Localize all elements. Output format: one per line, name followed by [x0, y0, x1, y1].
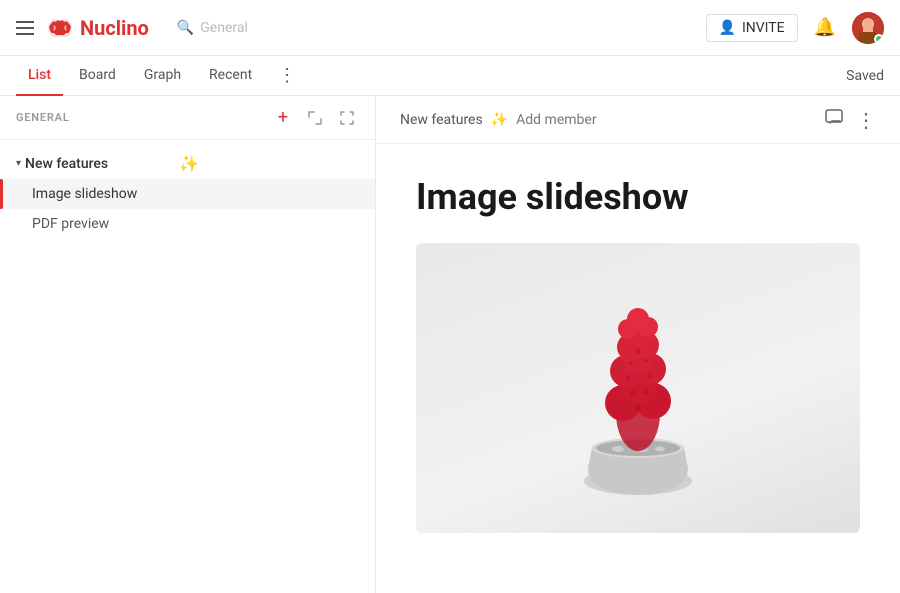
saved-label: Saved	[846, 68, 884, 84]
navbar: Nuclino 🔍 General 👤 INVITE 🔔	[0, 0, 900, 56]
sidebar-item-label: Image slideshow	[32, 186, 137, 202]
content-body: Image slideshow	[376, 144, 900, 593]
search-icon: 🔍	[177, 20, 194, 36]
sidebar-expand-button[interactable]	[303, 106, 327, 130]
tab-recent[interactable]: Recent	[197, 56, 264, 96]
sidebar-collapse-button[interactable]	[335, 106, 359, 130]
content-image	[416, 243, 860, 533]
collapse-icon	[339, 110, 355, 126]
invite-person-icon: 👤	[719, 20, 736, 36]
tab-list[interactable]: List	[16, 56, 63, 96]
add-member-button[interactable]: Add member	[516, 112, 596, 128]
sidebar-item-label: PDF preview	[32, 216, 109, 232]
navbar-left: Nuclino 🔍 General	[16, 16, 248, 40]
breadcrumb-text: New features	[400, 112, 483, 128]
content-pane: New features ✨ Add member ⋮ Image slides…	[376, 96, 900, 593]
logo-text: Nuclino	[80, 16, 149, 40]
notification-bell-icon[interactable]: 🔔	[814, 17, 836, 38]
document-title: Image slideshow	[416, 176, 860, 219]
comment-icon[interactable]	[824, 107, 844, 132]
tab-graph[interactable]: Graph	[132, 56, 193, 96]
group-emoji: ✨	[179, 154, 199, 173]
tabs-bar: List Board Graph Recent ⋮ Saved	[0, 56, 900, 96]
more-options-icon[interactable]: ⋮	[856, 108, 876, 132]
avatar[interactable]	[852, 12, 884, 44]
content-header-actions: ⋮	[824, 107, 876, 132]
sidebar-actions: +	[271, 106, 359, 130]
search-area[interactable]: 🔍 General	[177, 20, 248, 36]
search-placeholder: General	[200, 20, 248, 36]
online-status-indicator	[874, 34, 884, 44]
sidebar-item-pdf-preview[interactable]: PDF preview	[0, 209, 375, 239]
logo-area: Nuclino	[46, 16, 149, 40]
hamburger-menu-icon[interactable]	[16, 21, 34, 35]
breadcrumb-area: New features ✨ Add member	[400, 112, 824, 128]
tabs-more-button[interactable]: ⋮	[272, 65, 302, 86]
breadcrumb-emoji: ✨	[491, 112, 508, 128]
invite-label: INVITE	[742, 20, 785, 36]
navbar-right: 👤 INVITE 🔔	[706, 12, 885, 44]
expand-icon	[307, 110, 323, 126]
sidebar-add-button[interactable]: +	[271, 106, 295, 130]
sidebar-content: ▾ New features ✨ ⧉ Image slideshow PDF p…	[0, 140, 375, 593]
sidebar-item-image-slideshow[interactable]: Image slideshow	[0, 179, 375, 209]
main-area: GENERAL + ▾ New features ✨	[0, 96, 900, 593]
content-header: New features ✨ Add member ⋮	[376, 96, 900, 144]
sidebar-group-new-features[interactable]: ▾ New features ✨ ⧉	[0, 148, 375, 179]
cactus-illustration	[416, 243, 860, 533]
invite-button[interactable]: 👤 INVITE	[706, 14, 798, 42]
cactus-svg	[498, 253, 778, 513]
sidebar: GENERAL + ▾ New features ✨	[0, 96, 376, 593]
brain-logo-icon	[46, 16, 74, 40]
tab-board[interactable]: Board	[67, 56, 128, 96]
group-title: New features	[25, 156, 175, 172]
sidebar-header: GENERAL +	[0, 96, 375, 140]
group-chevron-icon: ▾	[16, 158, 21, 169]
sidebar-workspace-title: GENERAL	[16, 111, 271, 124]
